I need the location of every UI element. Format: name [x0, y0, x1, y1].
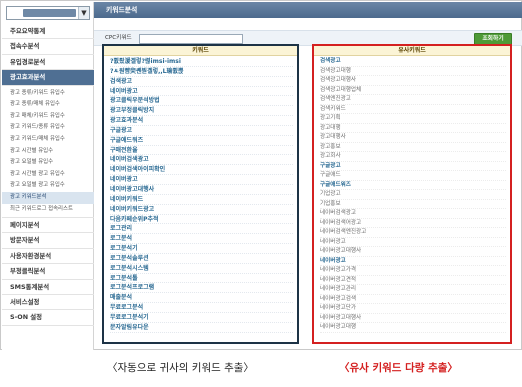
similar-keyword-row[interactable]: 네이버검색어광고 — [320, 219, 506, 228]
sidebar-submenu-item[interactable]: 최근 키워드로그 접속리스트 — [2, 204, 94, 216]
similar-keyword-row[interactable]: 네이버광고 — [320, 238, 506, 247]
keyword-row[interactable]: ?ㅻ원뺨臾쏀븯곌렇,,L瑜쀬쁝 — [110, 67, 293, 77]
keyword-row[interactable]: 네이버키워드 — [110, 195, 293, 205]
sidebar-submenu-item[interactable]: 광고 매체/키워드 유입수 — [2, 111, 94, 123]
keyword-row[interactable]: 네이버키워드광고 — [110, 205, 293, 215]
keyword-row[interactable]: 네이버광고대행사 — [110, 185, 293, 195]
sidebar-submenu-item[interactable]: 광고 요일별 유입수 — [2, 157, 94, 169]
content-header: 키워드분석 — [94, 2, 522, 18]
similar-keyword-panel-header: 유사키워드 — [314, 46, 510, 56]
sidebar: ▼ 주요요약통계 접속수분석 유입경로분석 광고효과분석 광고 종류/키워드 유입수 광고… — [2, 2, 94, 350]
similar-keyword-row[interactable]: 기업광고 — [320, 190, 506, 200]
similar-keyword-row[interactable]: 네이버광고 — [320, 257, 506, 266]
keyword-row[interactable]: 로그분석 — [110, 234, 293, 245]
keyword-row[interactable]: 광고효과분석 — [110, 116, 293, 126]
keyword-list: ?쀬룄湲곌렇?렪imsi-imsi ?ㅻ원뺨臾쏀븯곌렇,,L瑜쀬쁝 검색광고 네이버광… — [104, 56, 297, 333]
keyword-row[interactable]: 다음카페순위P추적 — [110, 215, 293, 225]
keyword-row[interactable]: 구글광고 — [110, 126, 293, 136]
similar-keyword-row[interactable]: 검색엔진광고 — [320, 95, 506, 105]
keyword-row[interactable]: 구매전환율 — [110, 146, 293, 156]
caption-left: 〈자동으로 귀사의 키워드 추출〉 — [107, 362, 254, 374]
sidebar-submenu-item[interactable]: 광고 키워드/종류 유입수 — [2, 122, 94, 134]
sidebar-menu-item[interactable]: 광고효과분석 — [2, 70, 94, 86]
keyword-row[interactable]: 로그분석기 — [110, 244, 293, 254]
keyword-row[interactable]: 로그관리 — [110, 224, 293, 235]
similar-keyword-row[interactable]: 네이버검색광고 — [320, 209, 506, 219]
sidebar-submenu-item[interactable]: 광고 시간별 유입수 — [2, 146, 94, 158]
site-select[interactable]: ▼ — [6, 6, 90, 20]
main-content: 키워드분석 CPC키워드 조회하기 키워드 ?쀬룄湲곌렇?렪imsi-imsi?… — [94, 2, 522, 350]
similar-keyword-row[interactable]: 네이버광고검색 — [320, 295, 506, 304]
sidebar-menu-item[interactable]: SMS통계분석 — [2, 280, 94, 296]
keyword-row[interactable]: 광고클릭우분석방법 — [110, 96, 293, 107]
sidebar-submenu-item[interactable]: 광고 시간별 광고 유입수 — [2, 169, 94, 181]
sidebar-menu-item[interactable]: 서비스설정 — [2, 295, 94, 311]
similar-keyword-row[interactable]: 기업홍보 — [320, 200, 506, 209]
page-title: 키워드분석 — [106, 6, 138, 14]
similar-keyword-row[interactable]: 검색광고대행 — [320, 67, 506, 76]
similar-keyword-row[interactable]: 네이버광고대행사 — [320, 314, 506, 323]
keyword-row[interactable]: 네이버광고 — [110, 175, 293, 185]
sidebar-menu-item[interactable]: 주요요약통계 — [2, 24, 94, 40]
keyword-row[interactable]: 문자알림유다운 — [110, 323, 293, 333]
similar-keyword-row[interactable]: 광고기획 — [320, 114, 506, 124]
site-select-value — [23, 9, 76, 17]
sidebar-menu-item[interactable]: 사용자환경분석 — [2, 249, 94, 265]
keyword-panel-header: 키워드 — [104, 46, 297, 56]
sidebar-menu-item[interactable]: 접속수분석 — [2, 39, 94, 55]
keyword-row[interactable]: 로그분석프로그램 — [110, 283, 293, 294]
similar-keyword-row[interactable]: 검색광고대행업체 — [320, 86, 506, 95]
chevron-down-icon[interactable]: ▼ — [78, 7, 89, 19]
sidebar-menu-item[interactable]: 방문자분석 — [2, 233, 94, 249]
keyword-row[interactable]: 무료로그분석 — [110, 303, 293, 313]
keyword-row[interactable]: 구글애드워즈 — [110, 136, 293, 146]
keyword-row[interactable]: 네이버광고 — [110, 87, 293, 97]
similar-keyword-row[interactable]: 구글광고 — [320, 162, 506, 171]
keyword-row[interactable]: 매출분석 — [110, 293, 293, 304]
similar-keyword-row[interactable]: 네이버광고단가 — [320, 304, 506, 314]
sidebar-submenu-item[interactable]: 광고 종류/매체 유입수 — [2, 99, 94, 111]
keyword-row[interactable]: 네이버검색광고 — [110, 155, 293, 166]
keyword-row[interactable]: 로그분석솔루션 — [110, 254, 293, 264]
keyword-row[interactable]: 무료로그분석기 — [110, 313, 293, 323]
keyword-row[interactable]: 로그분석시스템 — [110, 264, 293, 274]
similar-keyword-row[interactable]: 구글애드워즈 — [320, 181, 506, 190]
similar-keyword-row[interactable]: 검색광고대행사 — [320, 76, 506, 86]
sidebar-submenu-item[interactable]: 광고 요일별 광고 유입수 — [2, 180, 94, 192]
similar-keyword-row[interactable]: 네이버광고대행 — [320, 323, 506, 333]
keyword-row[interactable]: ?쀬룄湲곌렇?렪imsi-imsi — [110, 57, 293, 67]
cpc-keyword-input[interactable] — [139, 34, 243, 44]
similar-keyword-row[interactable]: 광고대행 — [320, 124, 506, 133]
app-window: ▼ 주요요약통계 접속수분석 유입경로분석 광고효과분석 광고 종류/키워드 유입수 광고… — [0, 0, 522, 350]
sidebar-menu-item[interactable]: 페이지분석 — [2, 218, 94, 234]
caption-right: 〈유사 키워드 다량 추출〉 — [339, 362, 458, 374]
sidebar-menu: 주요요약통계 접속수분석 유입경로분석 광고효과분석 광고 종류/키워드 유입수 광고 종… — [2, 24, 94, 326]
similar-keyword-row[interactable]: 검색키워드 — [320, 105, 506, 114]
similar-keyword-row[interactable]: 광고대행사 — [320, 133, 506, 143]
sidebar-submenu-item[interactable]: 광고 키워드분석 — [2, 191, 94, 204]
keyword-row[interactable]: 광고부정클릭방지 — [110, 106, 293, 117]
sidebar-submenu-item[interactable]: 광고 키워드/매체 유입수 — [2, 134, 94, 146]
similar-keyword-row[interactable]: 광고회사 — [320, 152, 506, 162]
similar-keyword-panel: 유사키워드 검색광고 검색광고대행 검색광고대행사 검색광고대행업체 검색엔진광고 검색키… — [312, 44, 512, 344]
similar-keyword-list: 검색광고 검색광고대행 검색광고대행사 검색광고대행업체 검색엔진광고 검색키워드 광고기획… — [314, 56, 510, 333]
similar-keyword-row[interactable]: 검색광고 — [320, 57, 506, 67]
similar-keyword-row[interactable]: 네이버광고가격 — [320, 266, 506, 276]
similar-keyword-row[interactable]: 광고홍보 — [320, 143, 506, 152]
sidebar-submenu: 광고 종류/키워드 유입수 광고 종류/매체 유입수 광고 매체/키워드 유입수 광고… — [2, 86, 94, 219]
sidebar-menu-item[interactable]: S-ON 설정 — [2, 310, 94, 326]
similar-keyword-row[interactable]: 네이버광고견적 — [320, 276, 506, 285]
sidebar-submenu-item[interactable]: 광고 종류/키워드 유입수 — [2, 88, 94, 100]
keyword-row[interactable]: 네이버검색아이피확인 — [110, 165, 293, 176]
keyword-row[interactable]: 검색광고 — [110, 77, 293, 87]
similar-keyword-row[interactable]: 구글애드 — [320, 171, 506, 181]
sidebar-menu-item[interactable]: 부정클릭분석 — [2, 264, 94, 280]
similar-keyword-row[interactable]: 네이버검색엔진광고 — [320, 228, 506, 238]
sidebar-menu-item[interactable]: 유입경로분석 — [2, 55, 94, 71]
similar-keyword-row[interactable]: 네이버광고대행사 — [320, 247, 506, 257]
keyword-row[interactable]: 로그분석툴 — [110, 274, 293, 284]
similar-keyword-row[interactable]: 네이버광고관리 — [320, 285, 506, 295]
keyword-panel: 키워드 ?쀬룄湲곌렇?렪imsi-imsi ?ㅻ원뺨臾쏀븯곌렇,,L瑜쀬쁝 검색광고… — [102, 44, 299, 344]
